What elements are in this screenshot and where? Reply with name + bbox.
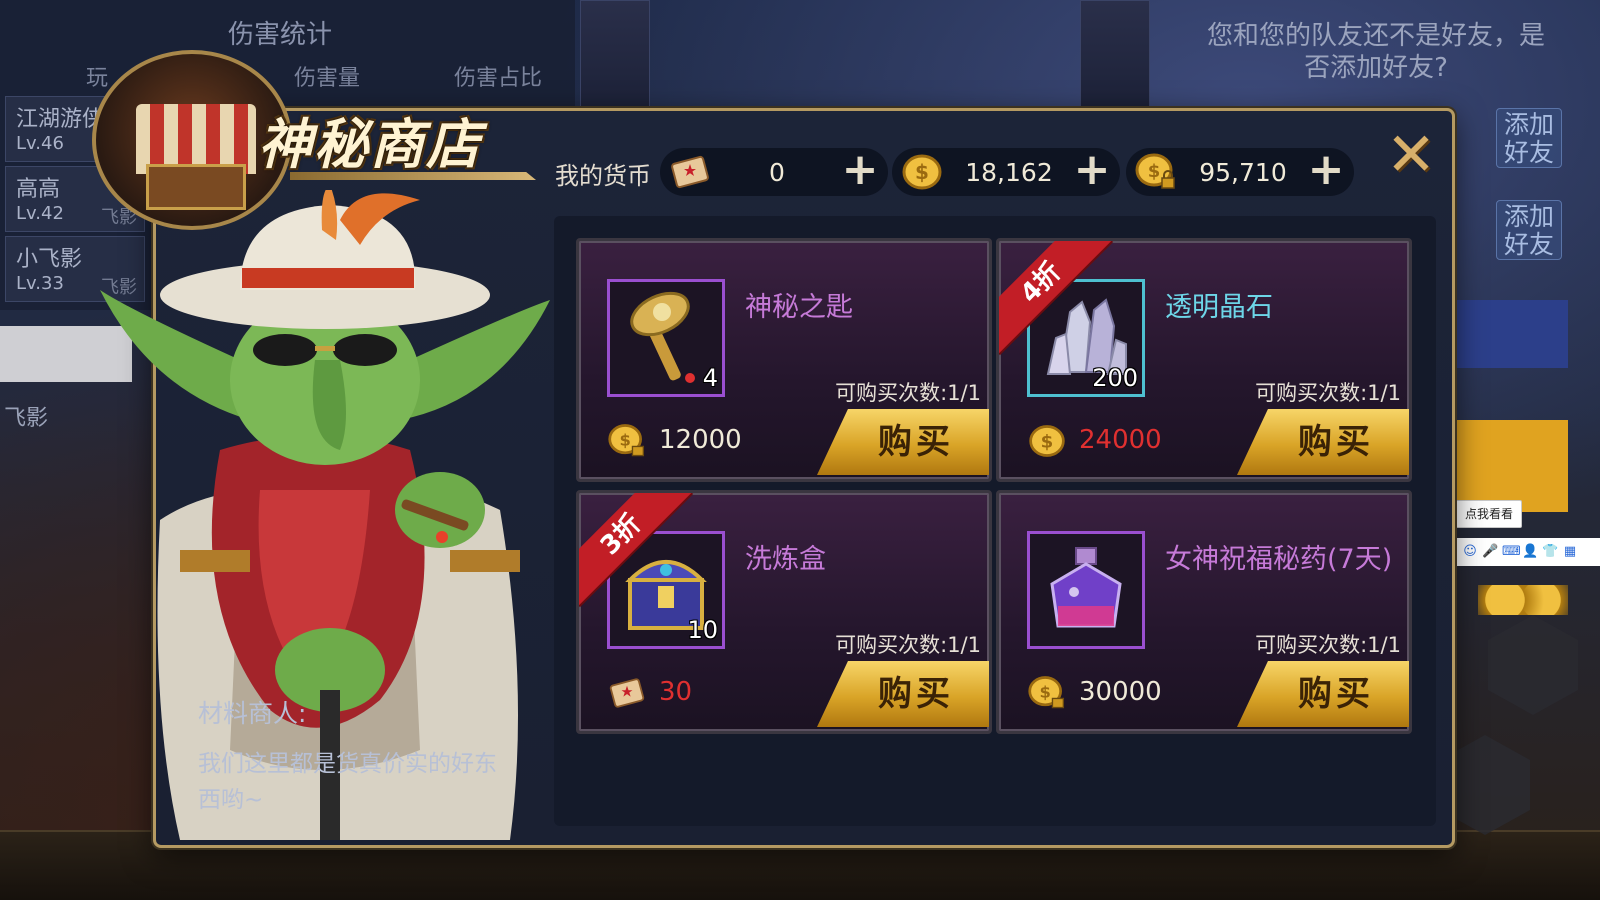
add-friend-prompt: 您和您的队友还不是好友，是否添加好友?: [1206, 21, 1545, 83]
item-quantity: 4: [702, 364, 718, 392]
add-currency-button[interactable]: +: [840, 148, 880, 194]
svg-text:$: $: [619, 431, 630, 450]
bound-gold-coin-icon: $: [1135, 153, 1175, 189]
bound-gold-coin-icon: $: [1028, 676, 1065, 709]
item-name: 女神祝福秘药(7天): [1165, 544, 1393, 575]
shop-title: 神秘商店: [258, 112, 482, 176]
potion-bottle-icon: [1050, 547, 1122, 628]
item-name: 透明晶石: [1165, 292, 1273, 323]
background-pillar: [1080, 0, 1150, 120]
currency-value: 18,162: [965, 158, 1053, 187]
bound-gold-coin-icon: $: [608, 424, 645, 457]
currency-gold: $ 18,162 +: [892, 148, 1120, 196]
skin-shirt-icon[interactable]: 👕: [1542, 544, 1558, 560]
scroll-coupon-icon: [671, 155, 709, 189]
title-underline: [290, 172, 536, 180]
currency-scroll: 0 +: [660, 148, 888, 196]
player-name: 江湖游侠: [16, 107, 105, 132]
player-name: 高高: [16, 177, 61, 202]
add-friend-button[interactable]: 添加好友: [1496, 200, 1562, 260]
gold-pile-icon: [1478, 585, 1568, 615]
item-price: 30000: [1079, 677, 1162, 707]
grid-menu-icon[interactable]: ▦: [1562, 544, 1578, 560]
gold-coin-icon: $: [902, 154, 942, 190]
buy-button[interactable]: 购买: [1237, 409, 1409, 475]
currency-value: 95,710: [1199, 158, 1287, 187]
emoji-icon[interactable]: ☺: [1462, 544, 1478, 560]
purchase-limit: 可购买次数:1/1: [1255, 381, 1401, 405]
keyboard-icon[interactable]: ⌨: [1502, 544, 1521, 560]
svg-text:$: $: [1148, 161, 1161, 182]
stats-column-damage-ratio: 伤害占比: [454, 66, 543, 91]
player-level: Lv.42: [16, 203, 64, 224]
stats-column-damage: 伤害量: [294, 66, 361, 91]
character-name-label: 飞影: [4, 406, 49, 431]
goblin-merchant-portrait: [100, 190, 550, 840]
item-price: 24000: [1079, 425, 1162, 455]
merchant-name: 材料商人:: [198, 699, 307, 728]
item-price: 12000: [659, 425, 742, 455]
item-quantity: 200: [1092, 364, 1138, 392]
shop-item-card[interactable]: 4 神秘之匙 可购买次数:1/1 $ 12000 购买: [576, 238, 992, 482]
svg-text:$: $: [915, 160, 929, 184]
item-name: 神秘之匙: [745, 292, 853, 323]
scroll-coupon-icon: [609, 678, 645, 708]
buy-button[interactable]: 购买: [817, 661, 989, 727]
item-slot[interactable]: 4: [607, 279, 725, 397]
purchase-limit: 可购买次数:1/1: [835, 633, 981, 657]
user-icon[interactable]: 👤: [1522, 544, 1538, 560]
purchase-limit: 可购买次数:1/1: [835, 381, 981, 405]
damage-stats-title: 伤害统计: [228, 20, 333, 50]
background-pillar: [580, 0, 650, 120]
currency-label: 我的货币: [555, 162, 651, 190]
close-icon[interactable]: ✕: [1382, 125, 1440, 186]
currency-bound-gold: $ 95,710 +: [1126, 148, 1354, 196]
item-name: 洗炼盒: [745, 544, 826, 575]
stats-column-player: 玩: [86, 66, 109, 91]
shop-item-card[interactable]: 10 3折 洗炼盒 可购买次数:1/1 30 购买: [576, 490, 992, 734]
microphone-icon[interactable]: 🎤: [1482, 544, 1498, 560]
item-price: 30: [659, 677, 693, 707]
buy-button[interactable]: 购买: [817, 409, 989, 475]
player-level: Lv.46: [16, 133, 64, 154]
item-slot[interactable]: [1027, 531, 1145, 649]
action-slot[interactable]: [1440, 420, 1568, 512]
purchase-limit: 可购买次数:1/1: [1255, 633, 1401, 657]
currency-value: 0: [769, 158, 785, 187]
add-currency-button[interactable]: +: [1306, 148, 1346, 194]
skill-slot[interactable]: [1440, 300, 1568, 368]
gold-coin-icon: $: [1029, 425, 1065, 457]
player-level: Lv.33: [16, 273, 64, 294]
buy-button[interactable]: 购买: [1237, 661, 1409, 727]
shop-item-card[interactable]: 200 4折 透明晶石 可购买次数:1/1 $ 24000 购买: [996, 238, 1412, 482]
svg-text:$: $: [1041, 431, 1054, 452]
merchant-speech: 我们这里都是货真价实的好东西哟~: [198, 751, 497, 813]
player-name: 小飞影: [16, 247, 83, 272]
add-currency-button[interactable]: +: [1072, 148, 1112, 194]
shop-item-card[interactable]: 女神祝福秘药(7天) 可购买次数:1/1 $ 30000 购买: [996, 490, 1412, 734]
item-quantity: 10: [687, 616, 718, 644]
add-friend-button[interactable]: 添加好友: [1496, 108, 1562, 168]
svg-text:$: $: [1039, 683, 1050, 702]
